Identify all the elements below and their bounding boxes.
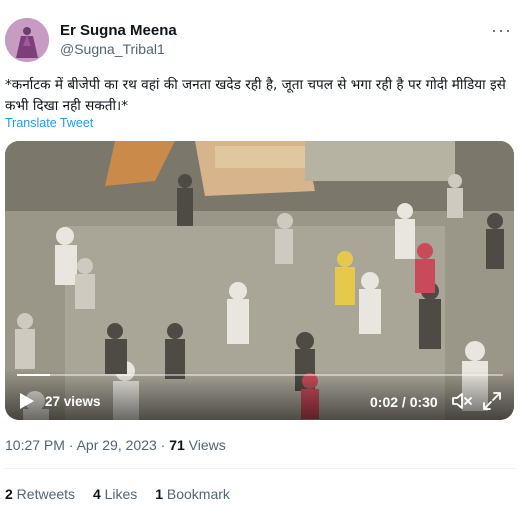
retweets-label: Retweets <box>12 486 76 502</box>
tweet-meta: 10:27 PM · Apr 29, 2023 · 71 Views <box>5 437 226 453</box>
play-icon[interactable] <box>19 392 35 410</box>
retweets-stat[interactable]: 2 Retweets <box>5 486 75 502</box>
fullscreen-icon[interactable] <box>483 392 501 410</box>
retweets-count: 2 <box>5 486 13 502</box>
likes-count: 4 <box>92 486 101 502</box>
views-label: Views <box>184 437 226 453</box>
mute-icon[interactable] <box>451 391 473 411</box>
tweet-header: Er Sugna Meena @Sugna_Tribal1 ··· <box>0 0 524 70</box>
meta-separator: · <box>156 437 170 453</box>
tweet-text: *कर्नाटक में बीजेपी का रथ वहां की जनता ख… <box>5 77 506 114</box>
progress-bar[interactable] <box>17 374 503 376</box>
video-player[interactable]: 27 views 0:02 / 0:30 <box>5 141 514 420</box>
profile-photo-icon <box>5 18 49 62</box>
author-handle[interactable]: @Sugna_Tribal1 <box>60 41 165 57</box>
bookmarks-stat[interactable]: 1 Bookmark <box>155 486 230 502</box>
translate-tweet-link[interactable]: Translate Tweet <box>5 116 93 130</box>
engagement-stats: 2 Retweets 4 Likes 1 Bookmark <box>5 486 244 502</box>
views-count: 71 <box>169 437 185 453</box>
avatar[interactable] <box>5 18 49 62</box>
progress-fill <box>17 374 50 376</box>
video-views: 27 views <box>45 394 101 409</box>
video-time: 0:02 / 0:30 <box>370 394 438 410</box>
divider <box>5 468 515 469</box>
tweet-timestamp[interactable]: 10:27 PM · Apr 29, 2023 <box>5 437 157 453</box>
bookmarks-count: 1 <box>155 486 163 502</box>
more-options-icon[interactable]: ··· <box>491 20 512 41</box>
likes-stat[interactable]: 4 Likes <box>93 486 137 502</box>
likes-label: Likes <box>100 486 138 502</box>
bookmarks-label: Bookmark <box>163 486 230 502</box>
author-name[interactable]: Er Sugna Meena <box>60 22 177 39</box>
